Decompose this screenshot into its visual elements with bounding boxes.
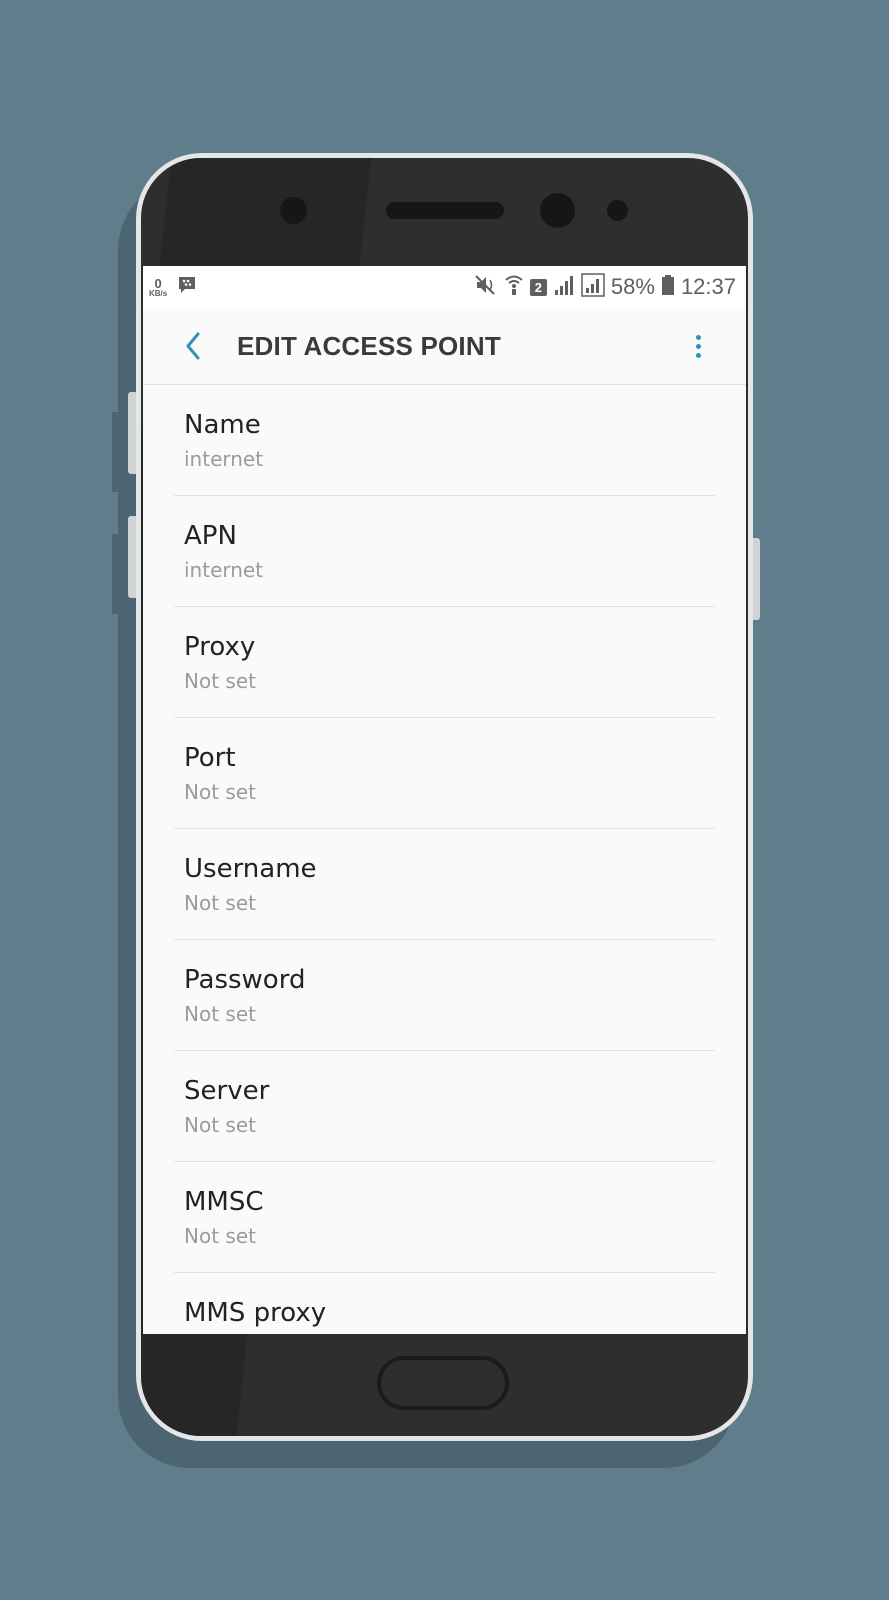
setting-password[interactable]: Password Not set [174, 940, 715, 1051]
setting-name[interactable]: Name internet [174, 385, 715, 496]
more-vert-icon-dot [695, 352, 701, 358]
data-speed-value: 0 [154, 275, 162, 291]
setting-value: Not set [184, 669, 256, 693]
app-bar: EDIT ACCESS POINT [143, 308, 746, 385]
setting-label: Password [184, 965, 306, 995]
battery-percent: 58% [610, 274, 655, 299]
setting-value: Not set [184, 780, 256, 804]
earpiece-speaker [386, 202, 504, 219]
setting-value: Not set [184, 1224, 256, 1248]
bbm-icon [177, 276, 197, 298]
setting-label: Server [184, 1076, 270, 1106]
settings-list: Name internet APN internet Proxy Not set… [143, 385, 746, 1334]
sim-slot-badge: 2 [529, 278, 547, 296]
setting-value: internet [184, 447, 264, 471]
data-speed-unit: KB/s [149, 288, 168, 298]
more-vert-icon-dot [695, 343, 701, 349]
data-speed-indicator: 0 KB/s [149, 277, 167, 298]
page-title: EDIT ACCESS POINT [237, 330, 501, 361]
setting-value: Not set [184, 1002, 256, 1026]
battery-icon [661, 274, 675, 300]
setting-label: Proxy [184, 632, 256, 662]
signal-secondary-icon [581, 273, 605, 301]
signal-icon [553, 274, 575, 300]
setting-label: Name [184, 410, 261, 440]
setting-mms-proxy[interactable]: MMS proxy [174, 1273, 715, 1334]
setting-label: APN [184, 521, 237, 551]
setting-mmsc[interactable]: MMSC Not set [174, 1162, 715, 1273]
clock: 12:37 [680, 274, 736, 299]
proximity-sensor [280, 197, 307, 224]
setting-value: Not set [184, 891, 256, 915]
home-button[interactable] [377, 1356, 509, 1410]
setting-value: internet [184, 558, 264, 582]
front-camera [540, 193, 575, 228]
setting-apn[interactable]: APN internet [174, 496, 715, 607]
status-bar: 0 KB/s 2 58% 12:37 [143, 266, 746, 308]
screen: 0 KB/s 2 58% 12:37 EDIT ACCESS POINT Nam… [143, 266, 746, 1334]
more-vert-icon-dot [695, 334, 701, 340]
light-sensor [607, 200, 628, 221]
back-button[interactable] [173, 326, 213, 366]
mute-icon [474, 274, 498, 300]
setting-server[interactable]: Server Not set [174, 1051, 715, 1162]
setting-proxy[interactable]: Proxy Not set [174, 607, 715, 718]
setting-port[interactable]: Port Not set [174, 718, 715, 829]
wifi-calling-icon [504, 274, 524, 300]
setting-value: Not set [184, 1113, 256, 1137]
setting-label: Port [184, 743, 236, 773]
back-arrow-icon [186, 332, 200, 360]
setting-username[interactable]: Username Not set [174, 829, 715, 940]
status-bar-left: 0 KB/s [143, 276, 197, 298]
setting-label: MMSC [184, 1187, 264, 1217]
status-bar-right: 2 58% 12:37 [474, 273, 746, 301]
setting-label: MMS proxy [184, 1298, 327, 1328]
setting-label: Username [184, 854, 317, 884]
more-options-button[interactable] [686, 326, 710, 366]
